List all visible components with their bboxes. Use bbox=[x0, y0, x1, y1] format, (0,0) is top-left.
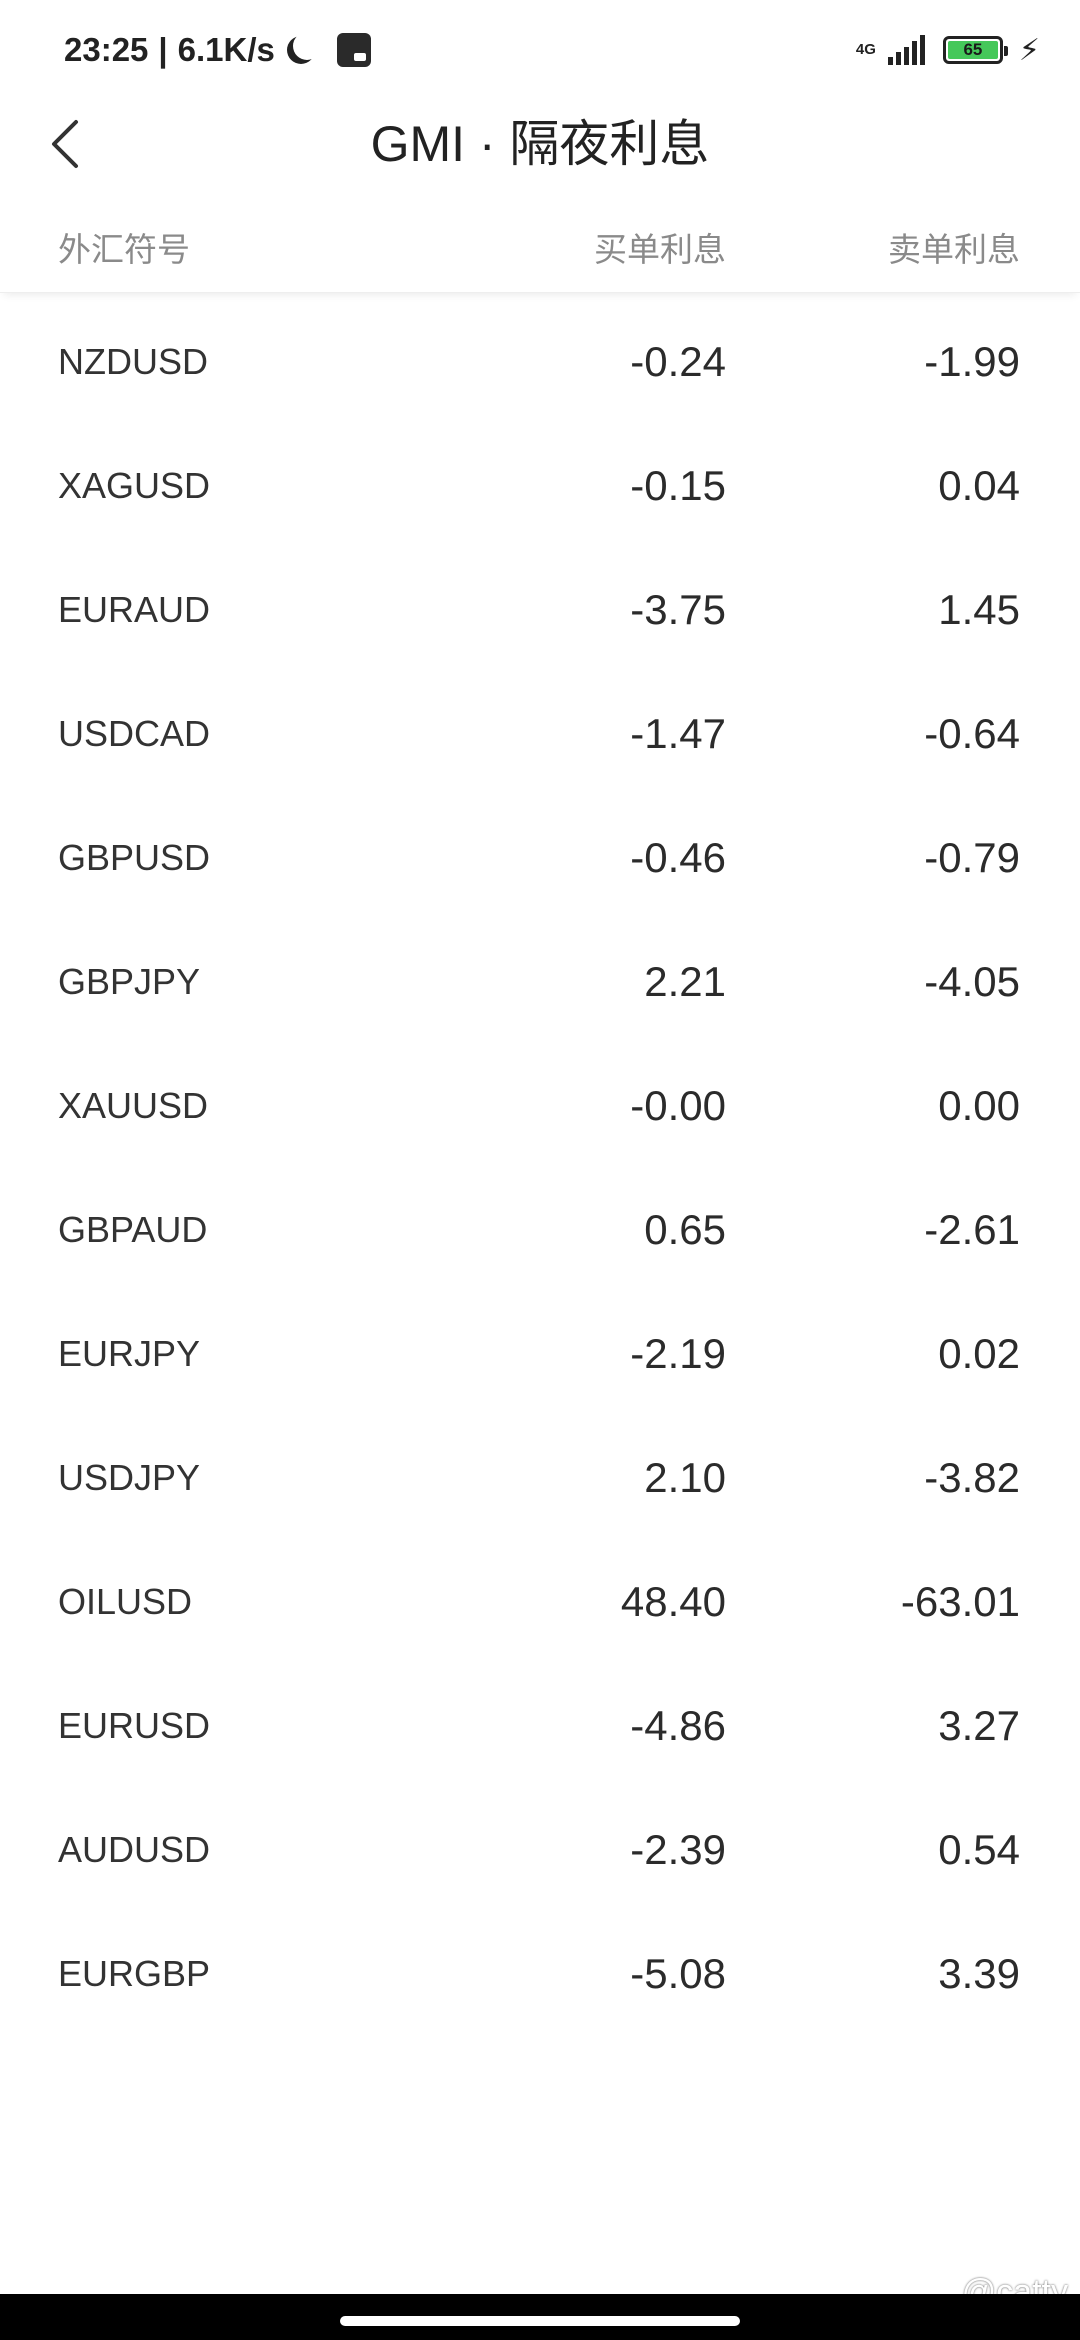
moon-icon bbox=[293, 32, 321, 60]
status-separator: | bbox=[158, 31, 168, 68]
buy-interest-cell: -0.15 bbox=[630, 462, 726, 509]
sell-interest-cell: 0.54 bbox=[938, 1826, 1020, 1873]
sell-interest-cell: -2.61 bbox=[924, 1206, 1020, 1253]
symbol-cell: GBPUSD bbox=[58, 837, 211, 878]
table-row[interactable]: NZDUSD -0.24 -1.99 bbox=[0, 300, 1080, 424]
swap-table: NZDUSD -0.24 -1.99 XAGUSD -0.15 0.04 EUR… bbox=[0, 300, 1080, 2036]
table-row[interactable]: AUDUSD -2.39 0.54 bbox=[0, 1788, 1080, 1912]
status-left: 23:25 | 6.1K/s bbox=[64, 26, 371, 74]
status-time: 23:25 bbox=[64, 31, 149, 68]
symbol-cell: OILUSD bbox=[58, 1581, 193, 1622]
table-row[interactable]: GBPJPY 2.21 -4.05 bbox=[0, 920, 1080, 1044]
buy-interest-cell: -2.39 bbox=[630, 1826, 726, 1873]
sell-interest-cell: 3.27 bbox=[938, 1702, 1020, 1749]
symbol-cell: USDCAD bbox=[58, 713, 211, 754]
symbol-cell: XAGUSD bbox=[58, 465, 211, 506]
symbol-cell: EURJPY bbox=[58, 1333, 201, 1374]
sell-interest-cell: -0.64 bbox=[924, 710, 1020, 757]
buy-interest-cell: -0.00 bbox=[630, 1082, 726, 1129]
symbol-cell: GBPJPY bbox=[58, 961, 201, 1002]
buy-interest-cell: 48.40 bbox=[620, 1578, 726, 1625]
table-row[interactable]: XAUUSD -0.00 0.00 bbox=[0, 1044, 1080, 1168]
buy-interest-cell: -4.86 bbox=[630, 1702, 726, 1749]
table-row[interactable]: EURAUD -3.75 1.45 bbox=[0, 548, 1080, 672]
buy-interest-cell: -2.19 bbox=[630, 1330, 726, 1377]
table-row[interactable]: GBPUSD -0.46 -0.79 bbox=[0, 796, 1080, 920]
table-row[interactable]: GBPAUD 0.65 -2.61 bbox=[0, 1168, 1080, 1292]
sell-interest-cell: -4.05 bbox=[924, 958, 1020, 1005]
header-symbol: 外汇符号 bbox=[58, 231, 190, 268]
sell-interest-cell: 0.00 bbox=[938, 1082, 1020, 1129]
buy-interest-cell: -1.47 bbox=[630, 710, 726, 757]
buy-interest-cell: 2.10 bbox=[644, 1454, 726, 1501]
page-title: GMI · 隔夜利息 bbox=[370, 116, 710, 172]
status-bar: 23:25 | 6.1K/s 4G 65 ⚡ bbox=[0, 0, 1080, 96]
app-header: GMI · 隔夜利息 bbox=[0, 96, 1080, 192]
buy-interest-cell: 2.21 bbox=[644, 958, 726, 1005]
battery-level: 65 bbox=[947, 41, 998, 59]
signal-icon bbox=[887, 35, 925, 65]
symbol-cell: USDJPY bbox=[58, 1457, 201, 1498]
network-type: 4G bbox=[855, 41, 876, 58]
status-right: 4G 65 ⚡ bbox=[856, 28, 1040, 72]
notification-icon bbox=[336, 33, 371, 67]
sell-interest-cell: -63.01 bbox=[900, 1578, 1020, 1625]
sell-interest-cell: 0.04 bbox=[938, 462, 1020, 509]
header-buy-interest: 买单利息 bbox=[594, 231, 726, 268]
sell-interest-cell: -3.82 bbox=[924, 1454, 1020, 1501]
sell-interest-cell: 0.02 bbox=[938, 1330, 1020, 1377]
table-row[interactable]: USDCAD -1.47 -0.64 bbox=[0, 672, 1080, 796]
sell-interest-cell: -1.99 bbox=[924, 338, 1020, 385]
sell-interest-cell: 1.45 bbox=[938, 586, 1020, 633]
buy-interest-cell: 0.65 bbox=[644, 1206, 726, 1253]
symbol-cell: EURAUD bbox=[58, 589, 211, 630]
network-speed: 6.1K/s bbox=[177, 31, 275, 68]
table-row[interactable]: OILUSD 48.40 -63.01 bbox=[0, 1540, 1080, 1664]
symbol-cell: AUDUSD bbox=[58, 1829, 211, 1870]
buy-interest-cell: -0.46 bbox=[630, 834, 726, 881]
navigation-bar bbox=[0, 2294, 1080, 2340]
charging-icon: ⚡ bbox=[1018, 33, 1040, 67]
battery-icon: 65 bbox=[942, 36, 1008, 64]
buy-interest-cell: -5.08 bbox=[630, 1950, 726, 1997]
symbol-cell: NZDUSD bbox=[58, 341, 208, 382]
table-row[interactable]: EURGBP -5.08 3.39 bbox=[0, 1912, 1080, 2036]
table-row[interactable]: EURJPY -2.19 0.02 bbox=[0, 1292, 1080, 1416]
table-row[interactable]: EURUSD -4.86 3.27 bbox=[0, 1664, 1080, 1788]
buy-interest-cell: -0.24 bbox=[630, 338, 726, 385]
table-row[interactable]: USDJPY 2.10 -3.82 bbox=[0, 1416, 1080, 1540]
table-header: 外汇符号 买单利息 卖单利息 bbox=[0, 212, 1080, 293]
sell-interest-cell: 3.39 bbox=[938, 1950, 1020, 1997]
sell-interest-cell: -0.79 bbox=[924, 834, 1020, 881]
symbol-cell: GBPAUD bbox=[58, 1209, 208, 1250]
header-sell-interest: 卖单利息 bbox=[888, 231, 1020, 268]
symbol-cell: EURUSD bbox=[58, 1705, 211, 1746]
table-row[interactable]: XAGUSD -0.15 0.04 bbox=[0, 424, 1080, 548]
buy-interest-cell: -3.75 bbox=[630, 586, 726, 633]
symbol-cell: XAUUSD bbox=[58, 1085, 209, 1126]
home-indicator[interactable] bbox=[340, 2316, 740, 2326]
symbol-cell: EURGBP bbox=[58, 1953, 211, 1994]
